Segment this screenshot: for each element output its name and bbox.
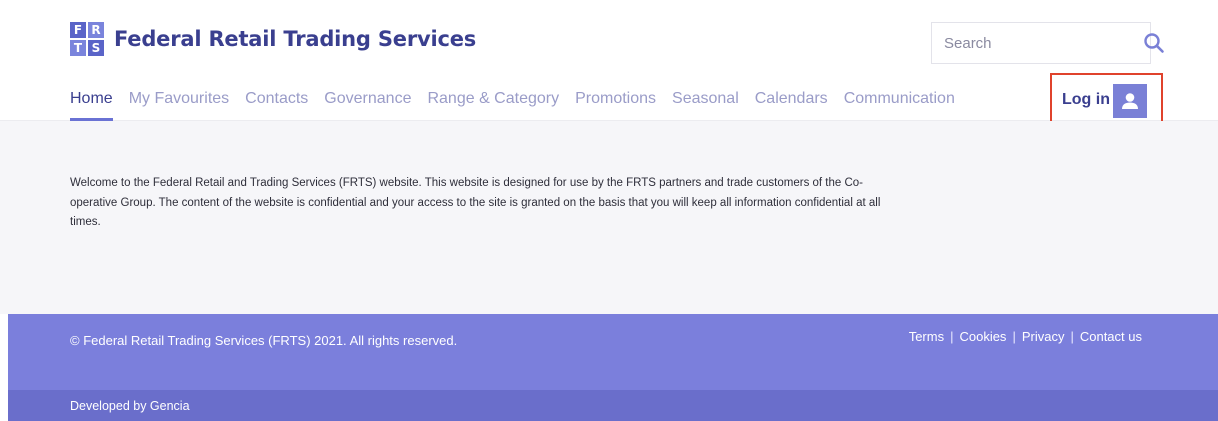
nav-item-calendars[interactable]: Calendars bbox=[755, 80, 828, 121]
footer-link-contact-us[interactable]: Contact us bbox=[1080, 329, 1142, 344]
nav-item-promotions[interactable]: Promotions bbox=[575, 80, 656, 121]
site-header: F R T S Federal Retail Trading Services … bbox=[0, 0, 1218, 127]
nav-item-home[interactable]: Home bbox=[70, 80, 113, 121]
footer-links: Terms | Cookies | Privacy | Contact us bbox=[909, 329, 1142, 344]
footer-link-terms[interactable]: Terms bbox=[909, 329, 944, 344]
copyright-text: © Federal Retail Trading Services (FRTS)… bbox=[70, 333, 458, 348]
logo-letter: R bbox=[88, 22, 104, 38]
footer-link-cookies[interactable]: Cookies bbox=[959, 329, 1006, 344]
nav-item-contacts[interactable]: Contacts bbox=[245, 80, 308, 121]
site-logo[interactable]: F R T S Federal Retail Trading Services bbox=[70, 22, 476, 56]
login-avatar[interactable] bbox=[1113, 84, 1147, 118]
nav-item-communication[interactable]: Communication bbox=[844, 80, 955, 121]
search-button[interactable] bbox=[1143, 23, 1165, 63]
logo-letter: T bbox=[70, 40, 86, 56]
nav-item-governance[interactable]: Governance bbox=[324, 80, 411, 121]
login-button[interactable]: Log in bbox=[1050, 73, 1163, 127]
footer-separator: | bbox=[950, 329, 954, 344]
search-box bbox=[931, 22, 1164, 64]
footer-separator: | bbox=[1070, 329, 1074, 344]
main-content: Welcome to the Federal Retail and Tradin… bbox=[0, 121, 1218, 314]
main-nav: Home My Favourites Contacts Governance R… bbox=[70, 80, 971, 121]
welcome-text: Welcome to the Federal Retail and Tradin… bbox=[70, 177, 881, 228]
sub-footer: Developed by Gencia bbox=[8, 390, 1218, 421]
site-footer: © Federal Retail Trading Services (FRTS)… bbox=[8, 314, 1218, 390]
login-label[interactable]: Log in bbox=[1062, 91, 1110, 109]
footer-link-privacy[interactable]: Privacy bbox=[1022, 329, 1065, 344]
search-icon bbox=[1144, 33, 1164, 53]
nav-item-range-category[interactable]: Range & Category bbox=[427, 80, 559, 121]
site-name: Federal Retail Trading Services bbox=[114, 27, 477, 51]
logo-mark: F R T S bbox=[70, 22, 104, 56]
logo-letter: S bbox=[88, 40, 104, 56]
logo-letter: F bbox=[70, 22, 86, 38]
developed-by-text: Developed by Gencia bbox=[70, 399, 190, 413]
nav-item-seasonal[interactable]: Seasonal bbox=[672, 80, 739, 121]
search-input[interactable] bbox=[932, 23, 1143, 63]
nav-item-my-favourites[interactable]: My Favourites bbox=[129, 80, 229, 121]
user-icon bbox=[1122, 93, 1138, 109]
footer-separator: | bbox=[1012, 329, 1016, 344]
